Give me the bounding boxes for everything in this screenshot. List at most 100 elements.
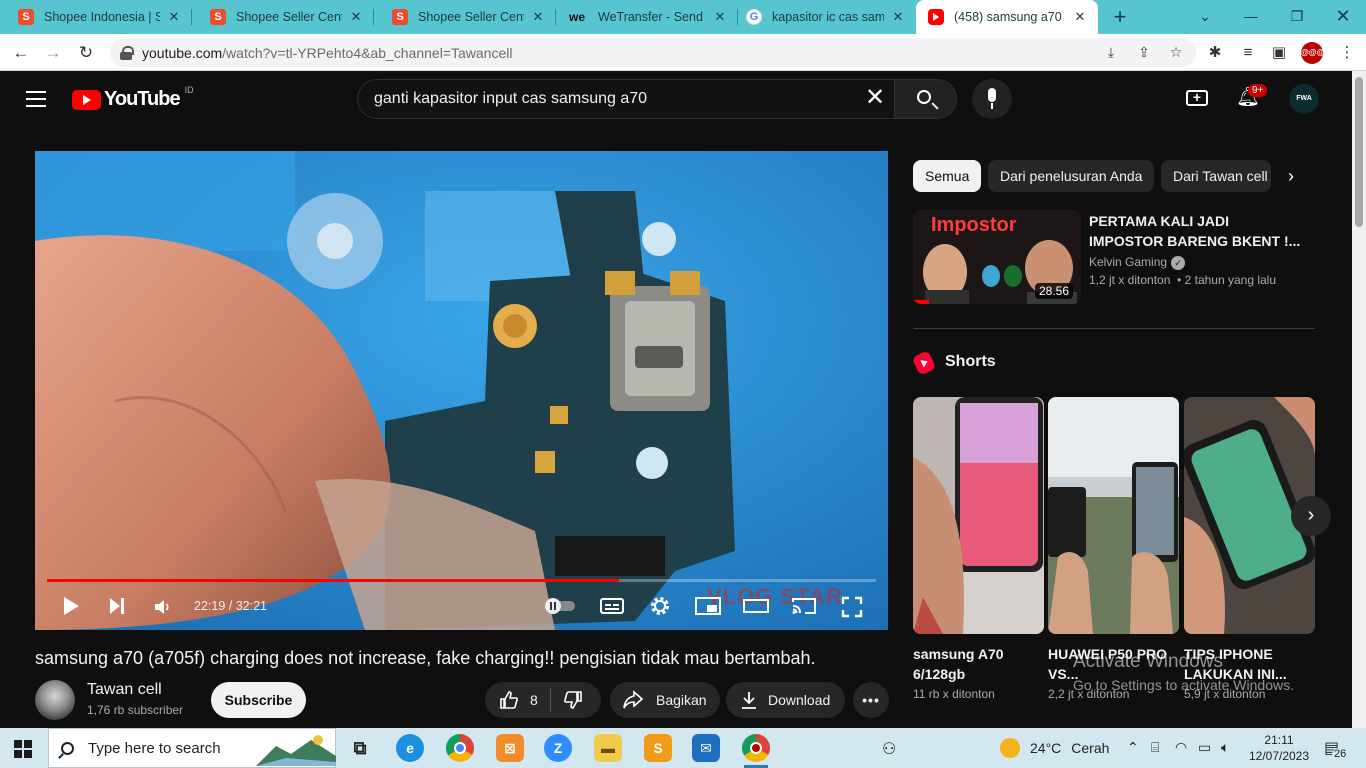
task-view-icon[interactable]: ⧉ [346, 734, 374, 762]
browser-tab-google-search[interactable]: G kapasitor ic cas samsung ✕ [738, 0, 916, 34]
channel-avatar[interactable] [35, 680, 75, 720]
reload-icon[interactable]: ↻ [73, 40, 99, 66]
download-button[interactable]: Download [726, 682, 845, 718]
share-icon[interactable]: ⇪ [1134, 42, 1154, 62]
volume-tray-icon[interactable]: 🔈︎ [1221, 739, 1229, 756]
clock[interactable]: 21:11 12/07/2023 [1248, 732, 1310, 764]
shorts-next-chevron-icon[interactable]: › [1291, 496, 1331, 536]
account-avatar[interactable]: FWA [1289, 84, 1319, 114]
chip-from-channel[interactable]: Dari Tawan cell [1161, 160, 1271, 192]
new-tab-button[interactable]: + [1108, 5, 1132, 29]
zoom-icon[interactable]: Z [544, 734, 572, 762]
install-app-icon[interactable]: ⤓ [1101, 42, 1121, 62]
video-player[interactable]: VLOG STAR 22:19 / 32:21 [35, 151, 888, 630]
subscribe-button[interactable]: Subscribe [211, 682, 306, 718]
side-panel-icon[interactable]: ▣ [1268, 42, 1290, 64]
extensions-puzzle-icon[interactable]: ✱ [1204, 42, 1226, 64]
recommended-video-title[interactable]: PERTAMA KALI JADI IMPOSTOR BARENG BKENT … [1089, 211, 1304, 251]
chip-all[interactable]: Semua [913, 160, 982, 192]
chevron-up-icon[interactable]: ⌃ [1127, 739, 1139, 756]
scrollbar-thumb[interactable] [1355, 77, 1363, 227]
chip-from-search[interactable]: Dari penelusuran Anda [988, 160, 1155, 192]
notification-badge: 9+ [1248, 84, 1268, 97]
miniplayer-icon[interactable] [695, 596, 721, 616]
page-scrollbar[interactable] [1352, 71, 1366, 728]
xampp-icon[interactable]: ⊠ [496, 734, 524, 762]
browser-tab-youtube-active[interactable]: (458) samsung a70 (a7 ✕ [916, 0, 1098, 34]
chrome-icon[interactable] [446, 734, 474, 762]
device-icon[interactable]: ⌸ [1151, 739, 1159, 756]
wifi-icon[interactable]: ◠ [1175, 739, 1187, 756]
next-video-icon[interactable] [108, 595, 126, 617]
create-video-icon[interactable]: + [1186, 90, 1208, 106]
subtitles-icon[interactable] [600, 596, 624, 616]
close-window-button[interactable]: ✕ [1320, 0, 1366, 34]
more-actions-icon[interactable]: ••• [853, 682, 889, 718]
tab-close-icon[interactable]: ✕ [530, 9, 546, 25]
search-box[interactable] [357, 79, 895, 119]
tab-close-icon[interactable]: ✕ [166, 9, 182, 25]
lock-icon[interactable] [120, 45, 134, 60]
windows-start-icon[interactable] [14, 740, 32, 758]
browser-tab-wetransfer[interactable]: we WeTransfer - Send Large ✕ [556, 0, 738, 34]
tab-close-icon[interactable]: ✕ [1072, 9, 1088, 25]
browser-menu-icon[interactable]: ⋮ [1336, 42, 1358, 64]
tab-search-chevron-icon[interactable]: ⌄ [1182, 0, 1228, 34]
play-icon[interactable] [61, 595, 81, 617]
chrome-active-window-icon[interactable] [742, 734, 770, 768]
sublime-text-icon[interactable]: S [644, 734, 672, 762]
notification-center-icon[interactable]: ▤ 26 [1324, 738, 1350, 760]
chevron-right-icon[interactable]: › [1280, 164, 1302, 188]
media-queue-icon[interactable]: ≡ [1237, 42, 1259, 64]
file-explorer-icon[interactable]: ▬ [594, 734, 622, 762]
battery-icon[interactable]: ▭ [1198, 739, 1211, 756]
fullscreen-icon[interactable] [841, 596, 863, 618]
shopee-icon: S [18, 9, 34, 25]
share-button[interactable]: Bagikan [610, 682, 720, 718]
browser-tab-shopee-indonesia[interactable]: S Shopee Indonesia | Situs ✕ [0, 0, 192, 34]
hamburger-menu-icon[interactable] [26, 91, 46, 107]
minimize-button[interactable]: — [1228, 0, 1274, 34]
cast-icon[interactable] [791, 596, 817, 616]
volume-icon[interactable] [153, 597, 173, 617]
notification-count: 26 [1332, 748, 1349, 760]
tab-close-icon[interactable]: ✕ [348, 9, 364, 25]
tab-title: kapasitor ic cas samsung [772, 10, 884, 24]
search-input[interactable] [374, 90, 854, 108]
voice-search-mic-icon[interactable] [972, 79, 1012, 119]
channel-name[interactable]: Tawan cell [87, 681, 162, 699]
search-button[interactable] [894, 79, 957, 119]
bookmark-star-icon[interactable]: ☆ [1166, 42, 1186, 62]
settings-gear-icon[interactable] [649, 595, 671, 617]
browser-tab-seller-centre-2[interactable]: S Shopee Seller Centre ✕ [374, 0, 556, 34]
address-bar[interactable]: youtube.com/watch?v=tl-YRPehto4&ab_chann… [110, 38, 1196, 67]
browser-toolbar: ← → ↻ youtube.com/watch?v=tl-YRPehto4&ab… [0, 34, 1366, 71]
progress-bar[interactable] [47, 579, 876, 582]
edge-browser-icon[interactable]: e [396, 734, 424, 762]
clear-search-icon[interactable]: ✕ [864, 86, 886, 110]
like-button[interactable]: 8 [485, 690, 538, 710]
restore-button[interactable]: ❐ [1274, 0, 1320, 34]
back-arrow-icon[interactable]: ← [8, 40, 34, 66]
tab-title: Shopee Indonesia | Situs [44, 10, 160, 24]
browser-tab-seller-centre-1[interactable]: S Shopee Seller Centre ✕ [192, 0, 374, 34]
short-title-1[interactable]: samsung A70 6/128gb [913, 644, 1044, 684]
mail-icon[interactable]: ✉ [692, 734, 720, 762]
progress-bar-fill [47, 579, 619, 582]
people-icon[interactable]: ⚇ [882, 739, 896, 759]
short-thumbnail-2[interactable] [1048, 397, 1179, 634]
short-thumbnail-1[interactable] [913, 397, 1044, 634]
tab-close-icon[interactable]: ✕ [712, 9, 728, 25]
tab-close-icon[interactable]: ✕ [890, 9, 906, 25]
forward-arrow-icon[interactable]: → [40, 40, 66, 66]
weather-widget[interactable]: 24°C Cerah [1000, 738, 1109, 758]
thumbs-down-icon[interactable] [563, 690, 583, 710]
profile-avatar[interactable]: @@@ [1301, 42, 1324, 64]
time-display: 22:19 / 32:21 [194, 599, 267, 613]
share-label: Bagikan [656, 692, 707, 708]
theater-mode-icon[interactable] [743, 596, 769, 616]
autoplay-toggle[interactable] [543, 598, 577, 614]
recommended-video-channel[interactable]: Kelvin Gaming [1089, 255, 1167, 269]
search-highlight-image [256, 735, 336, 766]
youtube-logo[interactable]: YouTube ID [72, 85, 194, 111]
